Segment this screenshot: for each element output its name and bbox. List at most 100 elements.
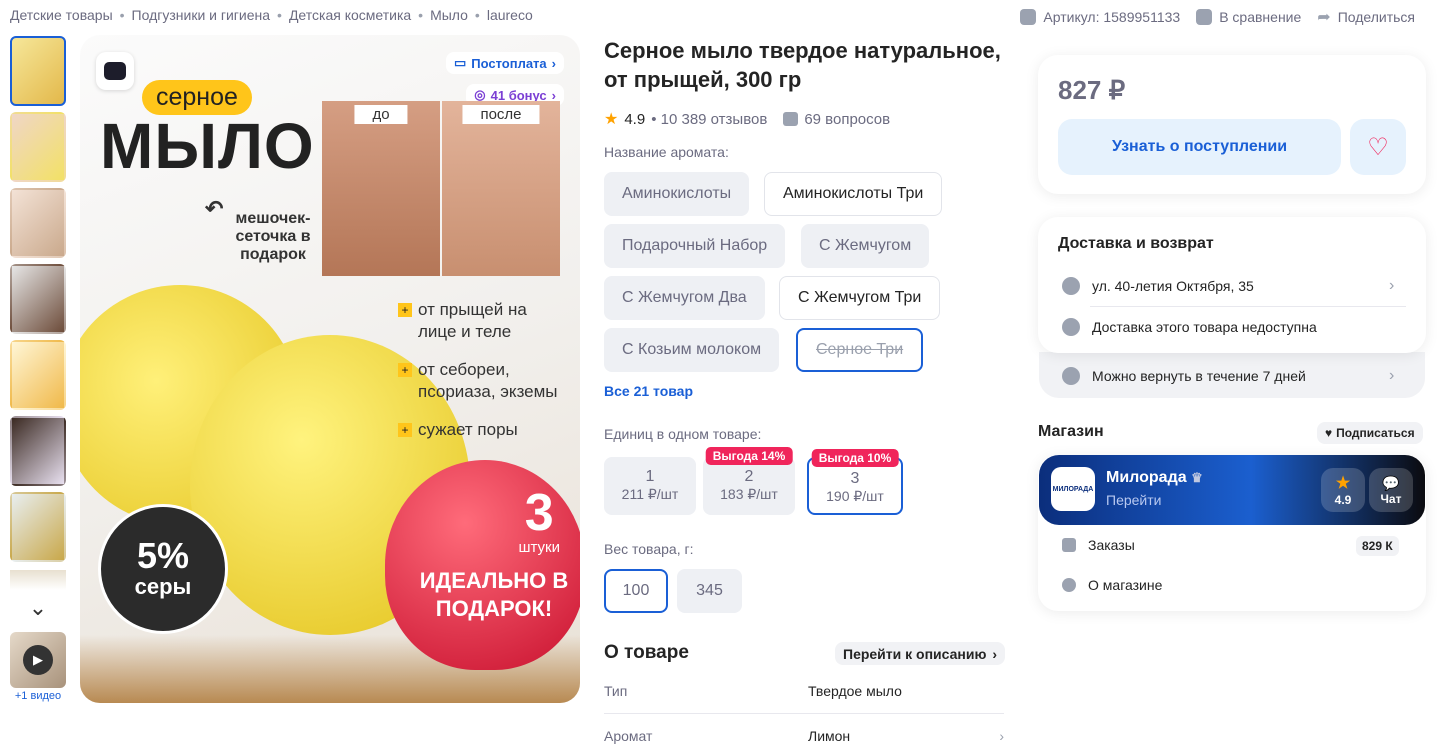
delivery-address-row[interactable]: ул. 40-летия Октября, 35 [1062,277,1254,295]
property-key: Тип [604,683,628,699]
crown-icon: ♛ [1191,470,1203,485]
weight-option[interactable]: 345 [677,569,742,613]
return-row[interactable]: Можно вернуть в течение 7 дней [1062,367,1306,385]
all-variants-link[interactable]: Все 21 товар [604,383,693,399]
copy-icon [1020,9,1037,25]
promo-bullet: + сужает поры [398,419,578,441]
breadcrumb-item[interactable]: Детские товары [10,7,113,23]
breadcrumb-item[interactable]: laureco [487,7,533,23]
favorite-button[interactable]: ♡ [1350,119,1406,175]
chevron-right-icon: › [992,645,998,662]
close-circle-icon [1062,318,1080,336]
property-row[interactable]: Аромат Лимон › [604,728,1004,744]
pieces-count: 3 штуки [518,487,560,556]
article-text: Артикул: 1589951133 [1043,9,1181,25]
aroma-option[interactable]: Подарочный Набор [604,224,786,268]
product-main-image[interactable]: ▭ Постоплата › ◎ 41 бонус › серное мыло до п… [80,35,580,703]
aroma-option[interactable]: С Жемчугом [801,224,930,268]
gift-bag-text: ↶ мешочек-сеточка в подарок [205,196,311,264]
breadcrumb-separator: • [474,7,480,23]
aroma-label: Название аромата: [604,144,729,160]
sulfur-seal: 5% серы [98,504,228,634]
shop-banner[interactable]: МИЛОРАДА Милорада ♛ Перейти ★ 4.9 💬 Чат [1039,455,1425,525]
breadcrumb-separator: • [277,7,282,23]
aroma-option[interactable]: С Жемчугом Два [604,276,765,320]
shop-go-link[interactable]: Перейти [1106,492,1161,508]
aroma-option-selected[interactable]: Серное Три [796,328,924,372]
share-icon: ➦ [1317,9,1331,26]
shop-rating-button[interactable]: ★ 4.9 [1321,468,1365,512]
chevron-right-icon: › [551,55,556,71]
gallery-thumbnail[interactable] [10,112,66,182]
curved-arrow-icon: ↶ [205,196,224,221]
heart-icon: ♡ [1367,133,1389,161]
discount-badge: Выгода 14% [705,447,793,465]
shop-rating: 4.9 [1334,493,1352,507]
pieces-label: штуки [518,539,560,556]
property-value: Твердое мыло [808,683,902,699]
chat-label: Чат [1380,491,1402,506]
unit-price: 183 ₽/шт [720,486,778,502]
unit-option[interactable]: Выгода 14% 2 183 ₽/шт [703,447,795,515]
info-icon [1062,578,1076,592]
postpay-label: Постоплата [471,55,547,71]
gallery-thumbnail[interactable] [10,492,66,562]
orders-count: 829 К [1356,536,1399,556]
shop-chat-button[interactable]: 💬 Чат [1369,468,1413,512]
unit-option[interactable]: 1 211 ₽/шт [604,457,696,515]
go-to-description-button[interactable]: Перейти к описанию › [835,642,1006,665]
unit-count: 3 [850,470,860,487]
promo-headline: мыло [100,110,315,182]
about-shop-row[interactable]: О магазине [1062,577,1162,593]
questions-count[interactable]: 69 вопросов [804,111,890,128]
aroma-option[interactable]: Аминокислоты [604,172,750,216]
plus-icon: + [398,303,412,317]
breadcrumb-item[interactable]: Детская косметика [289,7,411,23]
delivery-title: Доставка и возврат [1058,235,1214,252]
plus-icon: + [398,363,412,377]
aroma-option[interactable]: Аминокислоты Три [764,172,943,216]
gallery-thumbnail[interactable] [10,340,66,410]
divider [604,713,1004,714]
property-key: Аромат [604,728,653,744]
unit-count: 2 [744,468,754,485]
heart-icon: ♥ [1325,426,1333,440]
seal-label: серы [134,574,192,599]
notify-button[interactable]: Узнать о поступлении [1058,119,1341,175]
video-count-label[interactable]: +1 видео [10,690,66,702]
gallery-thumbnail[interactable] [10,36,66,106]
after-label: после [462,105,540,124]
compare-button[interactable]: В сравнение [1196,9,1301,25]
breadcrumb-item[interactable]: Мыло [430,7,468,23]
rating-value: 4.9 [624,110,646,128]
chevron-right-icon: › [1389,367,1395,384]
unit-option-selected[interactable]: Выгода 10% 3 190 ₽/шт [807,449,903,515]
promo-bullets: + от прыщей на лице и теле + от себореи, п… [398,299,578,457]
share-label: Поделиться [1337,9,1415,25]
promo-bullet: + от прыщей на лице и теле [398,299,578,343]
video-thumbnail[interactable]: ▶ [10,632,66,688]
chat-icon: 💬 [1382,474,1400,491]
gallery-thumbnail-partial[interactable] [10,570,66,590]
image-search-icon[interactable] [96,52,134,90]
article-number[interactable]: Артикул: 1589951133 [1020,9,1180,25]
reviews-count[interactable]: • 10 389 отзывов [651,111,767,128]
aroma-option[interactable]: С Жемчугом Три [779,276,941,320]
subscribe-button[interactable]: ♥ Подписаться [1317,422,1423,444]
aroma-option[interactable]: С Козьим молоком [604,328,780,372]
postpay-badge[interactable]: ▭ Постоплата › [445,52,564,74]
breadcrumb-item[interactable]: Подгузники и гигиена [132,7,271,23]
before-photo: до [322,101,440,276]
gallery-thumbnail[interactable] [10,188,66,258]
after-photo: после [442,101,560,276]
property-value: Лимон [808,728,851,744]
weight-option-selected[interactable]: 100 [604,569,668,613]
breadcrumb-separator: • [418,7,424,23]
gallery-thumbnail[interactable] [10,416,66,486]
share-button[interactable]: ➦ Поделиться [1317,7,1415,27]
rating-row[interactable]: ★ 4.9 • 10 389 отзывов 69 вопросов [604,109,890,129]
shop-name: Милорада ♛ [1106,469,1203,486]
chevron-down-icon[interactable]: ⌄ [10,595,66,621]
promo-bullet: + от себореи, псориаза, экземы [398,359,578,403]
gallery-thumbnail[interactable] [10,264,66,334]
